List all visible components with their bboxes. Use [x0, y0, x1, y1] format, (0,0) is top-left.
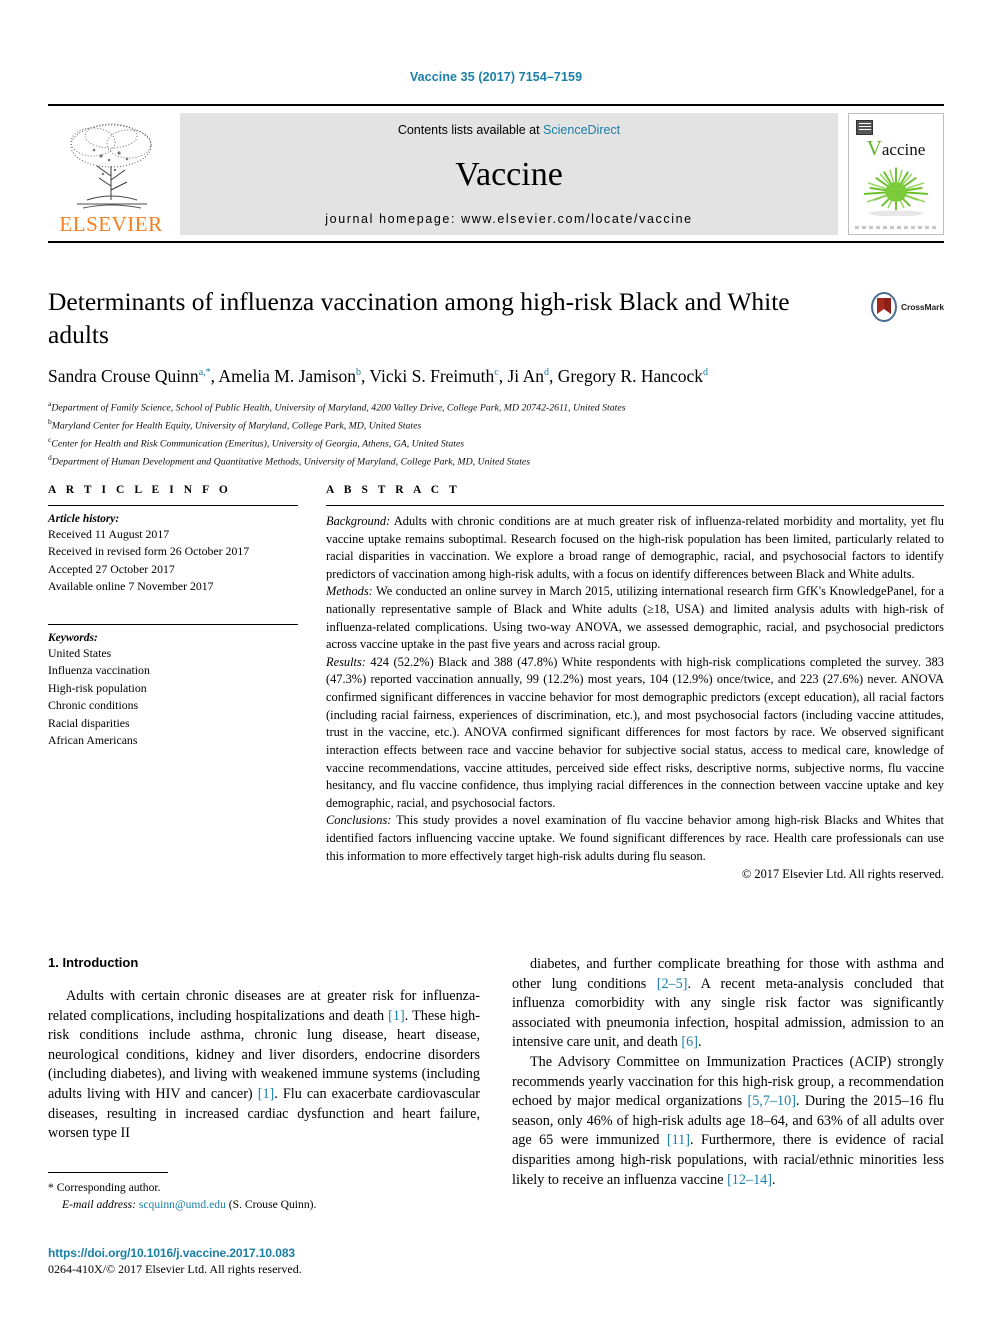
abstract-section: Background: Adults with chronic conditio…	[326, 513, 944, 583]
article-history-item: Received 11 August 2017	[48, 527, 170, 541]
body-column-right: diabetes, and further complicate breathi…	[512, 955, 944, 1190]
elsevier-logo: ELSEVIER	[48, 113, 180, 235]
cover-footer-text	[855, 226, 937, 229]
email-label: E-mail address:	[62, 1198, 136, 1212]
abstract-section: Methods: We conducted an online survey i…	[326, 583, 944, 653]
keywords-label: Keywords:	[48, 631, 98, 644]
keyword-item: Influenza vaccination	[48, 663, 150, 678]
email-link[interactable]: scquinn@umd.edu	[139, 1198, 226, 1211]
abstract-section-label: Results:	[326, 654, 366, 669]
crossmark-label: CrossMark	[900, 302, 944, 312]
journal-band: Contents lists available at ScienceDirec…	[180, 113, 838, 235]
abstract-heading: A B S T R A C T	[326, 484, 461, 496]
affiliation-item: bMaryland Center for Health Equity, Univ…	[48, 416, 944, 434]
cover-badge-icon	[856, 120, 873, 135]
info-abstract-region: A R T I C L E I N F O Article history: R…	[48, 484, 944, 884]
issn-copyright-line: 0264-410X/© 2017 Elsevier Ltd. All right…	[48, 1262, 302, 1276]
crossmark-badge[interactable]: CrossMark	[870, 292, 944, 322]
footnote-rule	[48, 1172, 168, 1173]
corresponding-author-text: Corresponding author.	[56, 1181, 161, 1194]
cover-title-rest: accine	[881, 140, 926, 159]
journal-cover-thumbnail: Vaccine	[848, 113, 944, 235]
paper-page: Vaccine 35 (2017) 7154–7159 ELSEVIER Con…	[0, 0, 992, 1323]
journal-homepage-line[interactable]: journal homepage: www.elsevier.com/locat…	[325, 212, 692, 226]
footnote-email-line: E-mail address: scquinn@umd.edu (S. Crou…	[48, 1196, 480, 1213]
affiliation-item: aDepartment of Family Science, School of…	[48, 398, 944, 416]
abstract-column: A B S T R A C T Background: Adults with …	[326, 484, 944, 884]
affiliation-item: dDepartment of Human Development and Qua…	[48, 452, 944, 470]
doi-link[interactable]: https://doi.org/10.1016/j.vaccine.2017.1…	[48, 1246, 528, 1260]
introduction-paragraph: The Advisory Committee on Immunization P…	[512, 1053, 944, 1188]
corresponding-author-footnote: * Corresponding author. E-mail address: s…	[48, 1172, 480, 1214]
introduction-paragraph: diabetes, and further complicate breathi…	[512, 956, 944, 1051]
email-suffix: (S. Crouse Quinn).	[228, 1198, 317, 1212]
abstract-section-label: Methods:	[326, 584, 373, 599]
cover-title-initial: V	[866, 136, 882, 160]
article-info-rule	[48, 505, 298, 506]
body-column-left: 1. Introduction Adults with certain chro…	[48, 955, 480, 1190]
affiliation-item: cCenter for Health and Risk Communicatio…	[48, 434, 944, 452]
keyword-item: United States	[48, 645, 112, 660]
article-history-item: Received in revised form 26 October 2017	[48, 544, 250, 559]
abstract-section-label: Background:	[326, 514, 391, 528]
page-title: Determinants of influenza vaccination am…	[48, 287, 790, 349]
keyword-item: Chronic conditions	[48, 698, 139, 713]
keyword-item: Racial disparities	[48, 715, 130, 730]
crossmark-icon	[870, 292, 897, 322]
affiliation-text: Department of Family Science, School of …	[51, 402, 626, 414]
introduction-heading: 1. Introduction	[48, 955, 139, 970]
running-head: Vaccine 35 (2017) 7154–7159	[409, 70, 583, 84]
introduction-paragraph: Adults with certain chronic diseases are…	[48, 988, 480, 1142]
article-history-item: Available online 7 November 2017	[48, 579, 214, 594]
article-info-heading: A R T I C L E I N F O	[48, 484, 232, 496]
journal-masthead: ELSEVIER Contents lists available at Sci…	[48, 104, 944, 243]
affiliation-text: Department of Human Development and Quan…	[51, 456, 531, 468]
abstract-section: Results: 424 (52.2%) Black and 388 (47.8…	[326, 654, 944, 812]
affiliation-text: Center for Health and Risk Communication…	[51, 438, 465, 450]
abstract-section-text: We conducted an online survey in March 2…	[326, 584, 944, 652]
article-info-column: A R T I C L E I N F O Article history: R…	[48, 484, 298, 884]
journal-name: Vaccine	[455, 155, 563, 193]
affiliation-list: aDepartment of Family Science, School of…	[48, 398, 944, 471]
contents-available-line: Contents lists available at ScienceDirec…	[398, 123, 620, 137]
abstract-copyright: © 2017 Elsevier Ltd. All rights reserved…	[741, 867, 944, 882]
asterisk-icon: *	[48, 1181, 54, 1194]
abstract-section-text: This study provides a novel examination …	[326, 813, 944, 863]
sciencedirect-link[interactable]: ScienceDirect	[543, 123, 620, 137]
virus-illustration-icon	[863, 167, 929, 216]
affiliation-text: Maryland Center for Health Equity, Unive…	[51, 420, 422, 432]
masthead-bottom-rule	[48, 241, 944, 243]
elsevier-tree-icon	[70, 123, 152, 209]
keyword-item: High-risk population	[48, 680, 147, 695]
article-history-item: Accepted 27 October 2017	[48, 561, 175, 576]
abstract-section: Conclusions: This study provides a novel…	[326, 812, 944, 865]
elsevier-wordmark: ELSEVIER	[59, 212, 163, 236]
author-list: Sandra Crouse Quinna,*, Amelia M. Jamiso…	[48, 366, 709, 387]
contents-prefix: Contents lists available at	[397, 123, 544, 137]
keywords-rule	[48, 623, 298, 625]
doi-block: https://doi.org/10.1016/j.vaccine.2017.1…	[48, 1246, 528, 1277]
masthead-top-rule	[48, 104, 944, 106]
abstract-section-label: Conclusions:	[326, 813, 392, 828]
article-history-label: Article history:	[48, 513, 120, 525]
keyword-item: African Americans	[48, 733, 138, 748]
abstract-section-text: 424 (52.2%) Black and 388 (47.8%) White …	[326, 654, 944, 810]
abstract-body: Background: Adults with chronic conditio…	[326, 513, 944, 884]
title-block: Determinants of influenza vaccination am…	[48, 286, 944, 471]
abstract-section-text: Adults with chronic conditions are at mu…	[326, 514, 944, 581]
abstract-rule	[326, 505, 944, 506]
body-columns: 1. Introduction Adults with certain chro…	[48, 955, 944, 1190]
footnote-corresponding-line: * Corresponding author.	[48, 1179, 480, 1196]
